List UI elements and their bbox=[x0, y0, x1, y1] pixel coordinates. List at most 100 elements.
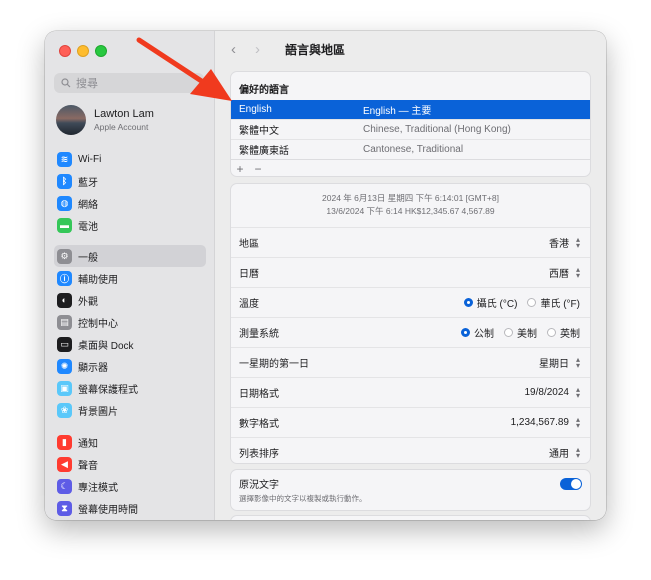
radio-button[interactable] bbox=[461, 328, 470, 337]
dock-icon: ▭ bbox=[57, 336, 72, 352]
live-text-toggle[interactable] bbox=[560, 478, 582, 490]
account-item[interactable]: Lawton Lam Apple Account bbox=[56, 105, 154, 135]
radio-option[interactable]: 華氏 (°F) bbox=[527, 295, 580, 310]
next-section-card bbox=[230, 515, 591, 520]
live-text-title: 原況文字 bbox=[239, 480, 279, 491]
sidebar-item-label: Wi-Fi bbox=[78, 153, 102, 165]
zoom-button[interactable] bbox=[95, 45, 107, 57]
setting-row: 列表排序 通用 ▴ ▾ bbox=[231, 437, 590, 463]
radio-option[interactable]: 美制 bbox=[504, 325, 537, 340]
control-center-icon: ▤ bbox=[57, 314, 72, 330]
setting-label: 測量系統 bbox=[239, 329, 279, 340]
radio-group: 攝氏 (°C) 華氏 (°F) bbox=[463, 295, 580, 310]
setting-popup-button[interactable]: 西曆 ▴ ▾ bbox=[549, 265, 580, 280]
up-down-chevron-icon: ▴ ▾ bbox=[575, 354, 580, 370]
preview-date-line: 2024 年 6月13日 星期四 下午 6:14:01 [GMT+8] bbox=[322, 193, 499, 203]
wifi-icon: ≋ bbox=[57, 151, 72, 167]
sidebar-item-label: 背景圖片 bbox=[78, 406, 118, 418]
sidebar-item[interactable]: ◐ 外觀 bbox=[54, 289, 206, 311]
setting-popup-button[interactable]: 通用 ▴ ▾ bbox=[549, 445, 580, 460]
sidebar-item[interactable]: ◀ 聲音 bbox=[54, 453, 206, 475]
screen-time-icon: ⧗ bbox=[57, 500, 72, 516]
radio-button[interactable] bbox=[547, 328, 556, 337]
back-chevron-icon[interactable]: ‹ bbox=[231, 41, 255, 58]
setting-popup-button[interactable]: 19/8/2024 ▴ ▾ bbox=[524, 384, 580, 400]
language-row[interactable]: 繁體中文 Chinese, Traditional (Hong Kong) bbox=[231, 119, 590, 139]
forward-chevron-icon[interactable]: › bbox=[255, 41, 279, 58]
avatar bbox=[56, 105, 86, 135]
sound-icon: ◀ bbox=[57, 456, 72, 472]
up-down-chevron-icon: ▴ ▾ bbox=[575, 384, 580, 400]
account-name: Lawton Lam bbox=[94, 108, 154, 120]
radio-group: 公制 美制 英制 bbox=[461, 325, 580, 340]
search-placeholder: 搜尋 bbox=[76, 78, 98, 90]
focus-icon: ☾ bbox=[57, 478, 72, 494]
radio-button[interactable] bbox=[504, 328, 513, 337]
language-row[interactable]: 繁體廣東話 Cantonese, Traditional bbox=[231, 139, 590, 159]
language-row[interactable]: English English — 主要 bbox=[231, 100, 590, 119]
sidebar-item[interactable]: ▤ 控制中心 bbox=[54, 311, 206, 333]
sidebar-item-label: 螢幕保護程式 bbox=[78, 384, 138, 396]
sidebar-group-system: ⚙ 一般 ⓘ 輔助使用 ◐ 外觀 ▤ 控制中心 ▭ 桌面與 Dock ✺ 顯示器 ▣ 螢幕保護程式 ❀ 背景圖… bbox=[54, 245, 206, 421]
language-name: 繁體中文 bbox=[239, 126, 279, 137]
setting-value: 西曆 bbox=[548, 269, 569, 280]
radio-option[interactable]: 英制 bbox=[547, 325, 580, 340]
sidebar-item[interactable]: ⚙ 一般 bbox=[54, 245, 206, 267]
sidebar-item[interactable]: ▬ 電池 bbox=[54, 214, 206, 236]
setting-popup-button[interactable]: 香港 ▴ ▾ bbox=[549, 235, 580, 250]
sidebar-item-label: 專注模式 bbox=[78, 482, 118, 494]
region-settings-card: 2024 年 6月13日 星期四 下午 6:14:01 [GMT+8] 13/6… bbox=[230, 183, 591, 464]
sidebar-item[interactable]: ▮ 通知 bbox=[54, 431, 206, 453]
setting-popup-button[interactable]: 1,234,567.89 ▴ ▾ bbox=[511, 415, 580, 429]
radio-option[interactable]: 公制 bbox=[461, 325, 494, 340]
setting-row: 日期格式 19/8/2024 ▴ ▾ bbox=[231, 377, 590, 407]
sidebar-item[interactable]: ◍ 網絡 bbox=[54, 192, 206, 214]
sidebar-item[interactable]: ☾ 專注模式 bbox=[54, 475, 206, 497]
live-text-card: 原況文字 選擇影像中的文字以複製或執行動作。 bbox=[230, 469, 591, 511]
sidebar-item[interactable]: ᛒ 藍牙 bbox=[54, 170, 206, 192]
radio-option[interactable]: 攝氏 (°C) bbox=[463, 295, 517, 310]
sidebar-group-notifications: ▮ 通知 ◀ 聲音 ☾ 專注模式 ⧗ 螢幕使用時間 bbox=[54, 431, 206, 519]
setting-row: 數字格式 1,234,567.89 ▴ ▾ bbox=[231, 407, 590, 437]
language-name: English bbox=[239, 104, 272, 115]
sidebar-item[interactable]: ▭ 桌面與 Dock bbox=[54, 333, 206, 355]
search-field[interactable]: 搜尋 bbox=[54, 73, 204, 93]
setting-value: 通用 bbox=[548, 449, 569, 460]
close-button[interactable] bbox=[59, 45, 71, 57]
language-description: Cantonese, Traditional bbox=[363, 144, 464, 155]
setting-label: 一星期的第一日 bbox=[239, 359, 309, 370]
sidebar-item[interactable]: ❀ 背景圖片 bbox=[54, 399, 206, 421]
setting-popup-button[interactable]: 星期日 ▴ ▾ bbox=[539, 355, 580, 370]
sidebar-item-label: 藍牙 bbox=[78, 177, 98, 189]
sidebar-item[interactable]: ⧗ 螢幕使用時間 bbox=[54, 497, 206, 519]
page-title: 語言與地區 bbox=[285, 43, 346, 57]
sidebar-item[interactable]: ≋ Wi-Fi bbox=[54, 148, 206, 170]
radio-button[interactable] bbox=[463, 298, 473, 307]
notification-icon: ▮ bbox=[57, 434, 72, 450]
radio-button[interactable] bbox=[527, 298, 537, 307]
language-description: Chinese, Traditional (Hong Kong) bbox=[363, 124, 511, 135]
sidebar-item-label: 輔助使用 bbox=[78, 274, 118, 286]
section-title: 偏好的語言 bbox=[239, 85, 289, 96]
sidebar: 搜尋 Lawton Lam Apple Account ≋ Wi-Fi ᛒ 藍牙 ◍ 網絡… bbox=[45, 31, 215, 520]
sidebar-item[interactable]: ✺ 顯示器 bbox=[54, 355, 206, 377]
appearance-icon: ◐ bbox=[57, 292, 72, 308]
setting-value: 星期日 bbox=[538, 359, 569, 370]
preview-format-line: 13/6/2024 下午 6:14 HK$12,345.67 4,567.89 bbox=[326, 206, 495, 216]
radio-label: 華氏 (°F) bbox=[540, 299, 580, 310]
add-language-button[interactable]: + bbox=[231, 162, 249, 176]
setting-row: 一星期的第一日 星期日 ▴ ▾ bbox=[231, 347, 590, 377]
sidebar-item-label: 通知 bbox=[78, 438, 98, 450]
minimize-button[interactable] bbox=[77, 45, 89, 57]
setting-row: 溫度 攝氏 (°C) 華氏 (°F) bbox=[231, 287, 590, 317]
setting-label: 列表排序 bbox=[239, 449, 279, 460]
sidebar-item[interactable]: ⓘ 輔助使用 bbox=[54, 267, 206, 289]
remove-language-button[interactable]: − bbox=[249, 162, 267, 176]
gear-icon: ⚙ bbox=[57, 248, 72, 264]
sidebar-item-label: 控制中心 bbox=[78, 318, 118, 330]
sidebar-item[interactable]: ▣ 螢幕保護程式 bbox=[54, 377, 206, 399]
sidebar-item-label: 顯示器 bbox=[78, 362, 108, 374]
setting-label: 地區 bbox=[239, 239, 259, 250]
window-controls bbox=[59, 45, 107, 57]
setting-row: 日曆 西曆 ▴ ▾ bbox=[231, 257, 590, 287]
